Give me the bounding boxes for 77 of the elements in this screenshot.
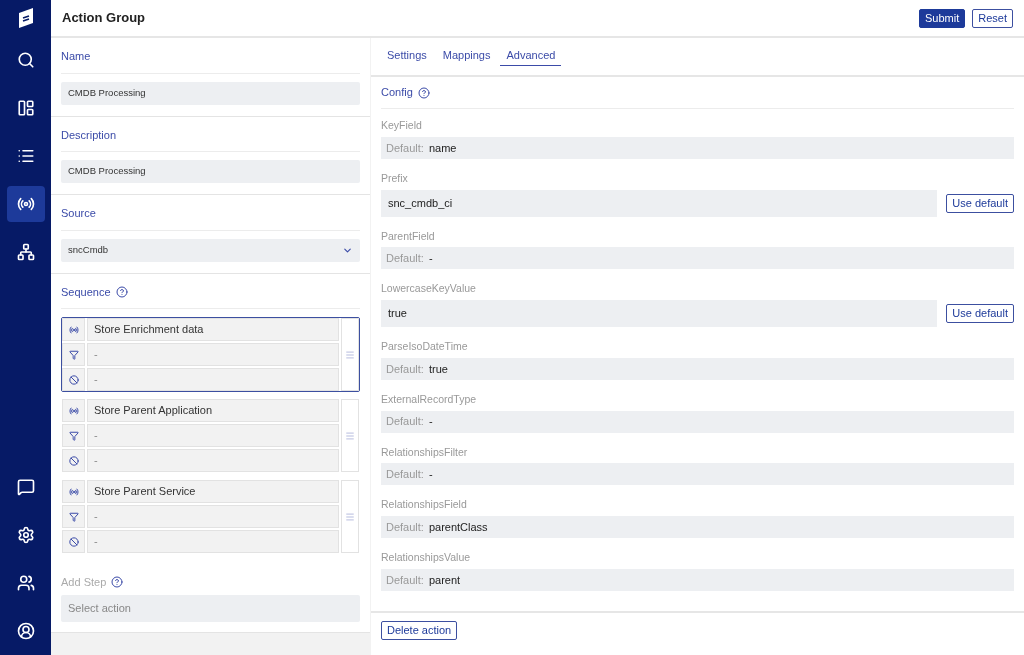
blocked-icon <box>68 455 79 466</box>
users-icon <box>16 574 35 592</box>
sequence-step[interactable]: Store Parent Service - - <box>61 479 360 554</box>
default-field[interactable]: Default: - <box>381 410 1014 433</box>
step-filter: - <box>87 505 339 528</box>
help-icon <box>115 285 128 298</box>
filter-icon <box>68 511 79 522</box>
step-exclusion: - <box>87 449 339 472</box>
step-name: Store Enrichment data <box>87 318 339 341</box>
field-label: RelationshipsField <box>381 497 468 513</box>
field-label: Name <box>61 49 91 64</box>
sidebar-item[interactable] <box>6 186 45 222</box>
step-filter: - <box>87 424 339 447</box>
use-default-button[interactable]: Use default <box>946 193 1014 213</box>
filter-icon <box>68 430 79 441</box>
field-label: LowercaseKeyValue <box>381 281 477 297</box>
section-title: Config <box>381 85 413 101</box>
tab[interactable]: Advanced <box>500 46 562 66</box>
broadcast-icon <box>68 324 79 335</box>
chat-icon <box>16 478 35 496</box>
default-field[interactable]: Default: - <box>381 247 1014 270</box>
use-default-button[interactable]: Use default <box>946 304 1014 323</box>
field-label: ExternalRecordType <box>381 391 478 407</box>
field-label: Description <box>61 127 117 143</box>
default-field[interactable]: Default: name <box>381 136 1014 159</box>
default-field[interactable]: Default: parentClass <box>381 516 1014 538</box>
filter-icon <box>68 349 79 360</box>
help-icon <box>417 86 430 99</box>
panels-icon <box>16 99 35 117</box>
sequence-step[interactable]: Store Enrichment data - - <box>61 317 360 392</box>
search-icon <box>16 51 35 69</box>
broadcast-icon <box>16 195 35 213</box>
field-label: Prefix <box>381 170 409 186</box>
field-label: Add Step <box>61 575 107 590</box>
list-icon <box>16 147 35 165</box>
settings-icon <box>16 526 35 544</box>
broadcast-icon <box>68 486 79 497</box>
step-exclusion: - <box>87 530 339 553</box>
drag-handle[interactable] <box>341 399 359 472</box>
default-field[interactable]: Default: - <box>381 463 1014 486</box>
field-label: ParentField <box>381 228 436 244</box>
tab[interactable]: Mappings <box>436 46 497 66</box>
drag-icon <box>345 430 355 441</box>
name-field[interactable]: CMDB Processing <box>61 81 360 105</box>
step-name: Store Parent Application <box>87 399 339 422</box>
page-title: Action Group <box>62 9 146 28</box>
step-filter: - <box>87 343 339 366</box>
default-field[interactable]: Default: true <box>381 357 1014 380</box>
broadcast-icon <box>68 405 79 416</box>
default-field[interactable]: Default: parent <box>381 568 1014 591</box>
user-circle-icon <box>16 622 35 640</box>
delete-action-button[interactable]: Delete action <box>381 620 458 640</box>
sequence-step[interactable]: Store Parent Application - - <box>61 398 360 473</box>
field-label: KeyField <box>381 118 423 133</box>
field-label: Sequence <box>61 284 111 300</box>
step-exclusion: - <box>87 368 339 391</box>
tab[interactable]: Settings <box>381 46 433 66</box>
field-label: ParseIsoDateTime <box>381 339 469 354</box>
drag-handle[interactable] <box>341 318 359 391</box>
blocked-icon <box>68 374 79 385</box>
step-name: Store Parent Service <box>87 480 339 503</box>
drag-icon <box>345 511 355 522</box>
submit-button[interactable]: Submit <box>919 8 966 28</box>
network-icon <box>16 243 35 261</box>
text-field[interactable]: snc_cmdb_ci <box>381 189 938 217</box>
field-label: RelationshipsFilter <box>381 444 469 460</box>
field-label: Source <box>61 206 96 221</box>
blocked-icon <box>68 536 79 547</box>
reset-button[interactable]: Reset <box>972 8 1013 28</box>
help-icon <box>111 576 124 589</box>
description-field[interactable]: CMDB Processing <box>61 160 360 183</box>
field-label: RelationshipsValue <box>381 550 472 565</box>
drag-icon <box>345 349 355 360</box>
text-field[interactable]: true <box>381 300 938 327</box>
source-select[interactable]: sncCmdb <box>61 238 360 262</box>
add-step-select[interactable]: Select action <box>61 594 360 622</box>
drag-handle[interactable] <box>341 480 359 553</box>
